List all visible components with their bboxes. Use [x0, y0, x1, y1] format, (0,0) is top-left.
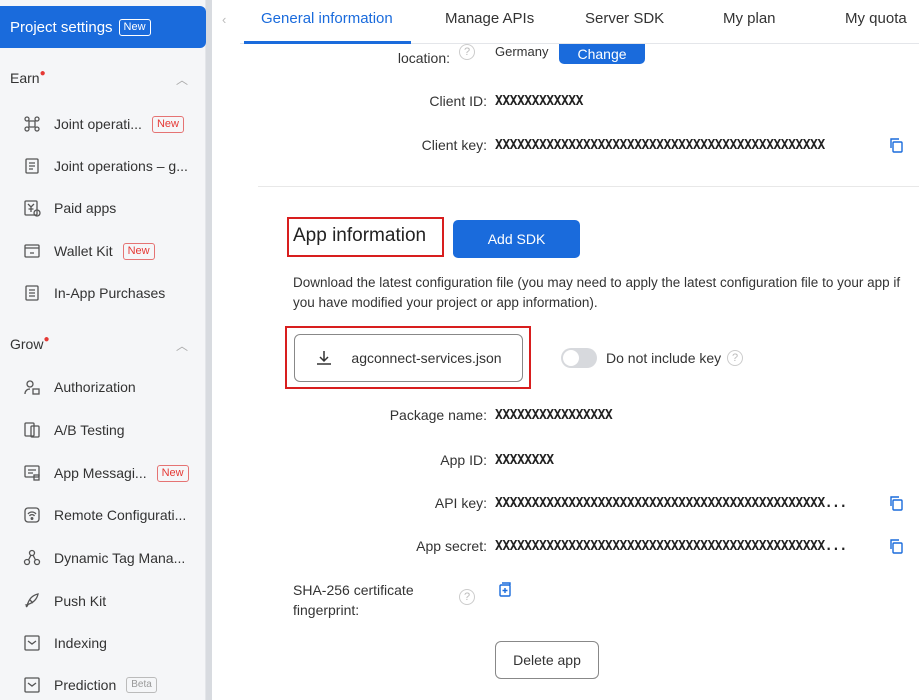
- sha256-label-line1: SHA-256 certificate: [293, 582, 414, 598]
- client-key-value: XXXXXXXXXXXXXXXXXXXXXXXXXXXXXXXXXXXXXXXX…: [495, 138, 825, 153]
- tab-my-plan[interactable]: My plan: [723, 10, 776, 27]
- group-label: Grow: [10, 336, 44, 352]
- copy-icon[interactable]: [888, 137, 904, 153]
- package-name-label: Package name:: [389, 407, 487, 423]
- user-key-icon: [22, 377, 42, 397]
- tab-general-information[interactable]: General information: [261, 10, 393, 27]
- chevron-left-icon[interactable]: ‹: [222, 12, 226, 27]
- sidebar-item-indexing[interactable]: Indexing: [22, 631, 107, 655]
- sidebar-item-dynamic-tag-manager[interactable]: Dynamic Tag Mana...: [22, 546, 185, 570]
- client-key-label: Client key:: [421, 137, 487, 153]
- red-dot-indicator: ●: [43, 334, 50, 345]
- prediction-icon: [22, 675, 42, 695]
- tab-my-quota[interactable]: My quota: [845, 10, 907, 27]
- sidebar-item-wallet-kit[interactable]: Wallet Kit New: [22, 239, 155, 263]
- sidebar-item-project-settings[interactable]: Project settings New: [0, 6, 206, 48]
- download-file-name: agconnect-services.json: [351, 350, 502, 366]
- sidebar-item-label: Authorization: [54, 379, 136, 395]
- app-information-title: App information: [293, 225, 427, 246]
- receipt-icon: [22, 283, 42, 303]
- sidebar-header-label: Project settings: [10, 18, 113, 36]
- app-id-label: App ID:: [440, 452, 487, 468]
- sidebar-item-paid-apps[interactable]: Paid apps: [22, 196, 116, 220]
- new-badge: New: [156, 464, 189, 482]
- download-icon: [315, 349, 333, 367]
- change-button[interactable]: Change: [559, 44, 645, 64]
- document-icon: [22, 156, 42, 176]
- sidebar-item-joint-operations[interactable]: Joint operati... New: [22, 112, 184, 136]
- section-divider: [258, 186, 919, 187]
- location-label: location:: [397, 50, 450, 66]
- chevron-up-icon[interactable]: ︿: [176, 340, 188, 352]
- sidebar-item-label: Push Kit: [54, 593, 107, 609]
- sidebar-item-authorization[interactable]: Authorization: [22, 375, 136, 399]
- sidebar-item-joint-operations-g[interactable]: Joint operations – g...: [22, 154, 188, 178]
- active-tab-indicator: [244, 41, 411, 44]
- sidebar-item-label: Joint operations – g...: [54, 158, 188, 174]
- sidebar-item-push-kit[interactable]: Push Kit: [22, 589, 106, 613]
- package-name-value: XXXXXXXXXXXXXXXX: [495, 408, 613, 423]
- sidebar-item-label: In-App Purchases: [54, 285, 166, 301]
- sidebar-item-label: Paid apps: [54, 200, 117, 216]
- sidebar-item-label: Joint operati...: [54, 116, 142, 132]
- do-not-include-key-toggle[interactable]: [561, 348, 597, 368]
- new-badge: New: [122, 242, 155, 260]
- sidebar-item-label: App Messagi...: [54, 465, 147, 481]
- sidebar-item-label: A/B Testing: [54, 422, 125, 438]
- new-badge: New: [151, 115, 184, 133]
- sidebar-group-grow[interactable]: Grow●: [10, 334, 50, 352]
- client-id-value: XXXXXXXXXXXX: [495, 94, 583, 109]
- message-icon: [22, 463, 42, 483]
- api-key-label: API key:: [434, 495, 487, 511]
- help-icon[interactable]: ?: [459, 44, 475, 60]
- tag-network-icon: [22, 548, 42, 568]
- sidebar-item-remote-configuration[interactable]: Remote Configurati...: [22, 503, 186, 527]
- tab-server-sdk[interactable]: Server SDK: [585, 10, 664, 27]
- group-label: Earn: [10, 70, 40, 86]
- sidebar-group-earn[interactable]: Earn●: [10, 68, 46, 86]
- sha256-label: SHA-256 certificate fingerprint:: [293, 580, 414, 620]
- toggle-label: Do not include key: [606, 350, 722, 366]
- yen-icon: [22, 198, 42, 218]
- toggle-knob: [563, 350, 579, 366]
- red-dot-indicator: ●: [39, 68, 46, 79]
- config-description: Download the latest configuration file (…: [293, 275, 901, 310]
- sidebar-item-in-app-purchases[interactable]: In-App Purchases: [22, 281, 165, 305]
- add-fingerprint-icon[interactable]: [497, 582, 513, 598]
- command-icon: [22, 114, 42, 134]
- sidebar-item-label: Prediction: [54, 677, 117, 693]
- new-badge: New: [118, 18, 151, 36]
- sidebar-item-label: Remote Configurati...: [54, 507, 187, 523]
- sidebar-item-ab-testing[interactable]: A/B Testing: [22, 418, 125, 442]
- client-id-label: Client ID:: [429, 93, 487, 109]
- remote-config-icon: [22, 505, 42, 525]
- wallet-icon: [22, 241, 42, 261]
- tab-manage-apis[interactable]: Manage APIs: [445, 10, 534, 27]
- sidebar: Project settings New Earn● ︿ Joint opera…: [0, 0, 206, 700]
- delete-app-button[interactable]: Delete app: [495, 641, 599, 679]
- download-config-button[interactable]: agconnect-services.json: [294, 334, 523, 382]
- sidebar-item-label: Dynamic Tag Mana...: [54, 550, 186, 566]
- app-secret-label: App secret:: [416, 538, 487, 554]
- sidebar-item-app-messaging[interactable]: App Messagi... New: [22, 461, 189, 485]
- app-id-value: XXXXXXXX: [495, 453, 554, 468]
- help-icon[interactable]: ?: [727, 350, 743, 366]
- index-icon: [22, 633, 42, 653]
- chevron-up-icon[interactable]: ︿: [176, 74, 188, 86]
- rocket-icon: [22, 591, 42, 611]
- beta-badge: Beta: [126, 677, 157, 693]
- sha256-label-line2: fingerprint:: [293, 602, 360, 618]
- copy-icon[interactable]: [888, 538, 904, 554]
- sidebar-item-prediction[interactable]: Prediction Beta: [22, 673, 157, 697]
- api-key-value: XXXXXXXXXXXXXXXXXXXXXXXXXXXXXXXXXXXXXXXX…: [495, 496, 847, 511]
- sidebar-item-label: Indexing: [54, 635, 107, 651]
- location-value: Germany: [495, 44, 549, 59]
- help-icon[interactable]: ?: [459, 589, 475, 605]
- sidebar-item-label: Wallet Kit: [54, 243, 113, 259]
- add-sdk-button[interactable]: Add SDK: [453, 220, 580, 258]
- ab-test-icon: [22, 420, 42, 440]
- copy-icon[interactable]: [888, 495, 904, 511]
- app-secret-value: XXXXXXXXXXXXXXXXXXXXXXXXXXXXXXXXXXXXXXXX…: [495, 539, 847, 554]
- sidebar-scrollbar[interactable]: [206, 0, 212, 700]
